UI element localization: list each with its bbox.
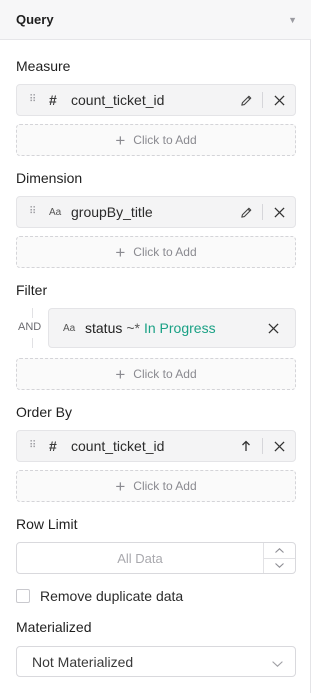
filter-value: In Progress: [143, 320, 216, 336]
dimension-label: Dimension: [16, 170, 83, 186]
filter-connector-line: [32, 308, 33, 318]
dimension-item[interactable]: ⠿ Aa groupBy_title: [16, 196, 296, 228]
close-icon[interactable]: [271, 92, 287, 108]
row-limit-label: Row Limit: [16, 516, 78, 532]
divider: [262, 438, 263, 454]
measure-label: Measure: [16, 58, 71, 74]
row-limit-field[interactable]: All Data: [16, 542, 296, 574]
divider: [262, 92, 263, 108]
dedupe-row[interactable]: Remove duplicate data: [16, 588, 183, 604]
add-label: Click to Add: [133, 479, 197, 493]
materialized-value: Not Materialized: [32, 653, 134, 670]
chevron-up-icon[interactable]: [264, 543, 295, 558]
chevron-down-icon: [272, 654, 283, 670]
add-label: Click to Add: [133, 133, 197, 147]
plus-icon: +: [115, 476, 126, 496]
filter-connector-line: [32, 338, 33, 348]
number-type-icon: #: [49, 438, 57, 454]
query-header[interactable]: Query ▼: [0, 0, 311, 40]
filter-conjunction[interactable]: AND: [18, 321, 41, 333]
filter-item[interactable]: Aa status ~* In Progress: [48, 308, 296, 348]
edit-icon[interactable]: [238, 204, 254, 220]
divider: [262, 204, 263, 220]
row-limit-input[interactable]: All Data: [17, 543, 263, 573]
query-panel: Query ▼ Measure ⠿ # count_ticket_id + Cl…: [0, 0, 311, 693]
filter-label: Filter: [16, 282, 48, 298]
dimension-add-button[interactable]: + Click to Add: [16, 236, 296, 268]
measure-field-name: count_ticket_id: [71, 92, 165, 108]
drag-handle-icon[interactable]: ⠿: [29, 95, 39, 105]
order-by-item[interactable]: ⠿ # count_ticket_id: [16, 430, 296, 462]
dimension-field-name: groupBy_title: [71, 204, 153, 220]
query-title: Query: [16, 12, 54, 27]
plus-icon: +: [115, 364, 126, 384]
materialized-select[interactable]: Not Materialized: [16, 646, 296, 677]
filter-expression: status ~* In Progress: [85, 320, 265, 336]
order-by-add-button[interactable]: + Click to Add: [16, 470, 296, 502]
plus-icon: +: [115, 130, 126, 150]
filter-operator: ~*: [126, 320, 140, 336]
triangle-down-icon[interactable]: ▼: [288, 15, 297, 25]
close-icon[interactable]: [271, 204, 287, 220]
chevron-down-icon[interactable]: [264, 557, 295, 574]
materialized-label: Materialized: [16, 619, 92, 635]
dedupe-label: Remove duplicate data: [40, 588, 184, 604]
order-by-label: Order By: [16, 404, 73, 420]
arrow-up-icon[interactable]: [238, 438, 254, 454]
plus-icon: +: [115, 242, 126, 262]
add-label: Click to Add: [133, 245, 197, 259]
edit-icon[interactable]: [238, 92, 254, 108]
dedupe-checkbox[interactable]: [16, 589, 30, 603]
row-limit-stepper: [263, 543, 295, 573]
drag-handle-icon[interactable]: ⠿: [29, 207, 39, 217]
close-icon[interactable]: [265, 320, 281, 336]
order-by-field-name: count_ticket_id: [71, 438, 165, 454]
add-label: Click to Add: [133, 367, 197, 381]
drag-handle-icon[interactable]: ⠿: [29, 441, 39, 451]
filter-field: status: [85, 320, 123, 336]
number-type-icon: #: [49, 92, 57, 108]
text-type-icon: Aa: [49, 206, 62, 218]
filter-add-button[interactable]: + Click to Add: [16, 358, 296, 390]
measure-item[interactable]: ⠿ # count_ticket_id: [16, 84, 296, 116]
measure-add-button[interactable]: + Click to Add: [16, 124, 296, 156]
text-type-icon: Aa: [63, 322, 76, 334]
close-icon[interactable]: [271, 438, 287, 454]
